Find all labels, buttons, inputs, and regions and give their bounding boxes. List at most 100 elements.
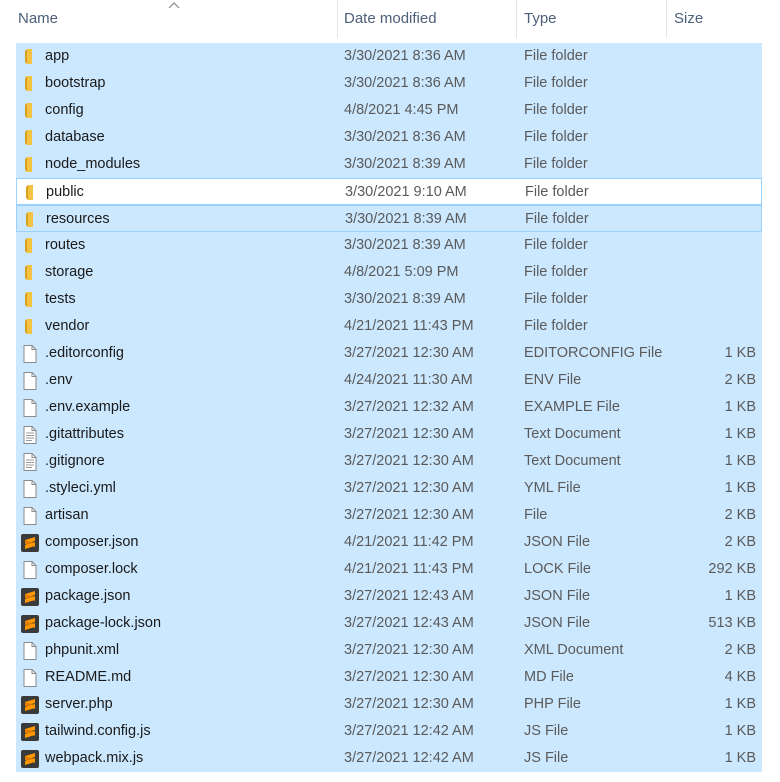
sublime-icon	[20, 614, 40, 634]
file-size: 1 KB	[724, 453, 756, 469]
file-date-modified: 3/27/2021 12:30 AM	[344, 426, 474, 442]
file-row[interactable]: .styleci.yml 3/27/2021 12:30 AM YML File 1 …	[16, 475, 762, 502]
file-name: .gitignore	[45, 453, 105, 469]
file-date-modified: 3/27/2021 12:30 AM	[344, 669, 474, 685]
file-row[interactable]: package.json 3/27/2021 12:43 AM JSON File 1…	[16, 583, 762, 610]
folder-icon	[20, 128, 40, 148]
file-row[interactable]: webpack.mix.js 3/27/2021 12:42 AM JS File 1…	[16, 745, 762, 772]
file-name: vendor	[45, 318, 90, 334]
file-name: bootstrap	[45, 75, 106, 91]
file-row[interactable]: .gitattributes 3/27/2021 12:30 AM Text Doc…	[16, 421, 762, 448]
file-icon	[20, 641, 40, 661]
file-row[interactable]: composer.lock 4/21/2021 11:43 PM LOCK File…	[16, 556, 762, 583]
file-row[interactable]: phpunit.xml 3/27/2021 12:30 AM XML Documen…	[16, 637, 762, 664]
text-file-icon	[20, 425, 40, 445]
file-name: node_modules	[45, 156, 141, 172]
file-date-modified: 3/27/2021 12:42 AM	[344, 750, 474, 766]
file-type: File folder	[525, 211, 589, 227]
column-header-bar: Name Date modified Type Size	[0, 0, 780, 38]
file-name: database	[45, 129, 105, 145]
file-row[interactable]: server.php 3/27/2021 12:30 AM PHP File 1 KB	[16, 691, 762, 718]
file-list: app 3/30/2021 8:36 AM File folder bootstrap…	[16, 43, 762, 772]
file-date-modified: 3/30/2021 8:39 AM	[344, 291, 466, 307]
file-type: JSON File	[524, 588, 591, 604]
file-size: 1 KB	[724, 426, 756, 442]
file-size: 1 KB	[724, 723, 756, 739]
column-header-size-label: Size	[674, 10, 704, 27]
file-date-modified: 4/21/2021 11:43 PM	[344, 318, 474, 334]
file-row[interactable]: composer.json 4/21/2021 11:42 PM JSON File…	[16, 529, 762, 556]
file-row[interactable]: resources 3/30/2021 8:39 AM File folder	[16, 205, 762, 232]
file-row[interactable]: routes 3/30/2021 8:39 AM File folder	[16, 232, 762, 259]
file-row[interactable]: .env.example 3/27/2021 12:32 AM EXAMPLE Fi…	[16, 394, 762, 421]
sublime-icon	[20, 533, 40, 553]
file-row[interactable]: README.md 3/27/2021 12:30 AM MD File 4 KB	[16, 664, 762, 691]
file-row[interactable]: tailwind.config.js 3/27/2021 12:42 AM JS F…	[16, 718, 762, 745]
file-size: 1 KB	[724, 345, 756, 361]
file-name: public	[46, 184, 84, 200]
file-row[interactable]: bootstrap 3/30/2021 8:36 AM File folder	[16, 70, 762, 97]
file-row[interactable]: package-lock.json 3/27/2021 12:43 AM JSON …	[16, 610, 762, 637]
sublime-icon	[20, 722, 40, 742]
file-type: File folder	[524, 48, 588, 64]
file-row[interactable]: app 3/30/2021 8:36 AM File folder	[16, 43, 762, 70]
file-row[interactable]: storage 4/8/2021 5:09 PM File folder	[16, 259, 762, 286]
file-type: EXAMPLE File	[524, 399, 620, 415]
column-header-type[interactable]: Type	[516, 0, 667, 38]
file-date-modified: 3/30/2021 8:36 AM	[344, 129, 466, 145]
file-type: File folder	[524, 264, 588, 280]
file-date-modified: 3/27/2021 12:30 AM	[344, 507, 474, 523]
column-header-size[interactable]: Size	[666, 0, 766, 38]
file-row[interactable]: vendor 4/21/2021 11:43 PM File folder	[16, 313, 762, 340]
file-name: tests	[45, 291, 76, 307]
file-row[interactable]: node_modules 3/30/2021 8:39 AM File folder	[16, 151, 762, 178]
file-name: package-lock.json	[45, 615, 162, 631]
file-name: app	[45, 48, 70, 64]
file-row[interactable]: config 4/8/2021 4:45 PM File folder	[16, 97, 762, 124]
file-name: .editorconfig	[45, 345, 124, 361]
file-date-modified: 3/27/2021 12:43 AM	[344, 588, 474, 604]
file-name: .gitattributes	[45, 426, 124, 442]
file-type: File folder	[525, 184, 589, 200]
file-name: .styleci.yml	[45, 480, 116, 496]
file-type: PHP File	[524, 696, 581, 712]
sort-ascending-icon	[168, 2, 180, 9]
file-size: 4 KB	[724, 669, 756, 685]
file-size: 2 KB	[724, 534, 756, 550]
file-type: JS File	[524, 723, 569, 739]
file-type: File folder	[524, 75, 588, 91]
file-name: storage	[45, 264, 94, 280]
file-name: server.php	[45, 696, 113, 712]
file-date-modified: 4/8/2021 4:45 PM	[344, 102, 459, 118]
file-icon	[20, 371, 40, 391]
file-row[interactable]: public 3/30/2021 9:10 AM File folder	[16, 178, 762, 205]
file-type: File folder	[524, 318, 588, 334]
column-header-date[interactable]: Date modified	[336, 0, 517, 38]
file-name: .env	[45, 372, 73, 388]
file-row[interactable]: .gitignore 3/27/2021 12:30 AM Text Documen…	[16, 448, 762, 475]
file-size: 2 KB	[724, 507, 756, 523]
column-header-name-label: Name	[18, 10, 59, 27]
file-date-modified: 3/27/2021 12:43 AM	[344, 615, 474, 631]
file-size: 2 KB	[724, 372, 756, 388]
file-name: phpunit.xml	[45, 642, 120, 658]
file-name: resources	[46, 211, 110, 227]
file-row[interactable]: .editorconfig 3/27/2021 12:30 AM EDITORCON…	[16, 340, 762, 367]
folder-icon	[20, 317, 40, 337]
file-icon	[20, 398, 40, 418]
file-date-modified: 4/21/2021 11:43 PM	[344, 561, 474, 577]
file-type: File folder	[524, 237, 588, 253]
file-type: JS File	[524, 750, 569, 766]
file-row[interactable]: .env 4/24/2021 11:30 AM ENV File 2 KB	[16, 367, 762, 394]
file-type: JSON File	[524, 534, 591, 550]
file-type: File folder	[524, 129, 588, 145]
file-row[interactable]: tests 3/30/2021 8:39 AM File folder	[16, 286, 762, 313]
folder-icon	[20, 101, 40, 121]
folder-icon	[20, 74, 40, 94]
file-row[interactable]: artisan 3/27/2021 12:30 AM File 2 KB	[16, 502, 762, 529]
file-size: 1 KB	[724, 750, 756, 766]
file-date-modified: 3/27/2021 12:30 AM	[344, 642, 474, 658]
file-date-modified: 3/27/2021 12:30 AM	[344, 345, 474, 361]
file-name: composer.lock	[45, 561, 138, 577]
file-row[interactable]: database 3/30/2021 8:36 AM File folder	[16, 124, 762, 151]
